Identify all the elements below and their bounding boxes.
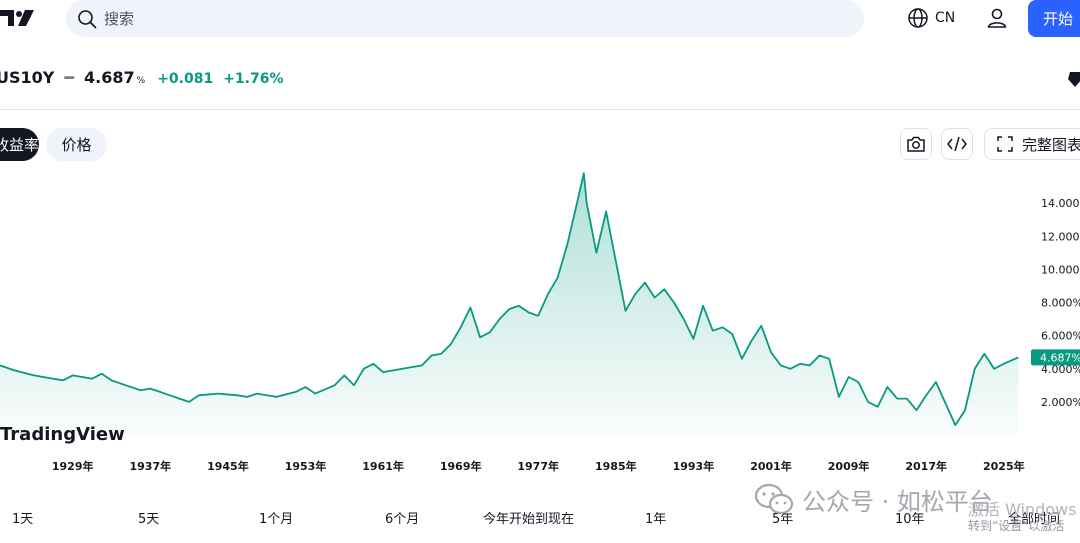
tradingview-logo-icon[interactable] bbox=[0, 7, 38, 29]
x-tick-label: 2001年 bbox=[750, 459, 792, 473]
wechat-watermark: 公众号 · 如松平台 bbox=[754, 482, 993, 517]
range-1m[interactable]: 1个月 bbox=[259, 508, 293, 527]
x-tick-label: 2009年 bbox=[828, 459, 870, 473]
user-icon[interactable] bbox=[985, 6, 1009, 30]
range-1d[interactable]: 1天 bbox=[12, 508, 33, 527]
symbol-name: US10Y bbox=[0, 68, 55, 87]
yield-chart[interactable]: 2.000%4.000%6.000%8.000%10.000%12.000%14… bbox=[0, 170, 1080, 480]
search-bar[interactable] bbox=[66, 0, 864, 37]
price-change-percent: +1.76% bbox=[223, 71, 284, 87]
camera-icon bbox=[907, 136, 925, 152]
range-5d[interactable]: 5天 bbox=[138, 508, 159, 527]
tab-yield[interactable]: 收益率 bbox=[0, 128, 39, 161]
globe-icon bbox=[908, 8, 928, 28]
x-tick-label: 1977年 bbox=[517, 459, 559, 473]
full-chart-label: 完整图表 bbox=[1022, 135, 1080, 154]
full-chart-button[interactable]: 完整图表 bbox=[984, 128, 1080, 160]
separator-dash: ━ bbox=[64, 68, 75, 87]
y-tick-label: 6.000% bbox=[1041, 330, 1080, 343]
y-tick-label: 8.000% bbox=[1041, 297, 1080, 310]
last-price: 4.687 bbox=[84, 68, 135, 87]
price-unit: % bbox=[136, 76, 146, 86]
fullscreen-icon bbox=[997, 136, 1013, 152]
x-tick-label: 1993年 bbox=[673, 459, 715, 473]
x-tick-label: 1953年 bbox=[285, 459, 327, 473]
x-tick-label: 1945年 bbox=[207, 459, 249, 473]
last-value-label: 4.687% bbox=[1040, 351, 1080, 364]
y-tick-label: 2.000% bbox=[1041, 396, 1080, 409]
x-tick-label: 1961年 bbox=[362, 459, 404, 473]
start-button[interactable]: 开始 bbox=[1028, 0, 1080, 37]
tradingview-watermark: TradingView bbox=[0, 424, 125, 445]
quote-header: US10Y ━ 4.687 % +0.081 +1.76% bbox=[0, 68, 294, 92]
top-bar: CN 开始 bbox=[0, 0, 1080, 38]
language-label: CN bbox=[935, 10, 956, 26]
y-tick-label: 14.000% bbox=[1041, 197, 1080, 210]
x-tick-label: 1937年 bbox=[129, 459, 171, 473]
tag-icon[interactable] bbox=[1068, 70, 1080, 88]
code-icon bbox=[947, 136, 967, 152]
tab-price[interactable]: 价格 bbox=[46, 128, 107, 161]
divider bbox=[0, 109, 1080, 110]
x-tick-label: 2025年 bbox=[983, 459, 1025, 473]
last-value-badge: 4.687% bbox=[1031, 349, 1080, 366]
range-ytd[interactable]: 今年开始到现在 bbox=[483, 508, 574, 527]
search-icon bbox=[78, 9, 97, 28]
x-tick-label: 2017年 bbox=[905, 459, 947, 473]
range-6m[interactable]: 6个月 bbox=[385, 508, 419, 527]
x-tick-label: 1929年 bbox=[52, 459, 94, 473]
wechat-icon bbox=[754, 483, 794, 514]
y-tick-label: 12.000% bbox=[1041, 230, 1080, 243]
language-switcher[interactable]: CN bbox=[907, 6, 955, 30]
range-1y[interactable]: 1年 bbox=[645, 508, 666, 527]
snapshot-button[interactable] bbox=[900, 128, 932, 160]
embed-button[interactable] bbox=[941, 128, 973, 160]
y-tick-label: 10.000% bbox=[1041, 263, 1080, 276]
search-input[interactable] bbox=[104, 9, 804, 28]
windows-activation-hint: 转到“设置”以激活 bbox=[968, 519, 1065, 533]
watermark-account: 公众号 · 如松平台 bbox=[802, 488, 993, 516]
x-tick-label: 1985年 bbox=[595, 459, 637, 473]
x-tick-label: 1969年 bbox=[440, 459, 482, 473]
price-change: +0.081 bbox=[157, 71, 214, 87]
